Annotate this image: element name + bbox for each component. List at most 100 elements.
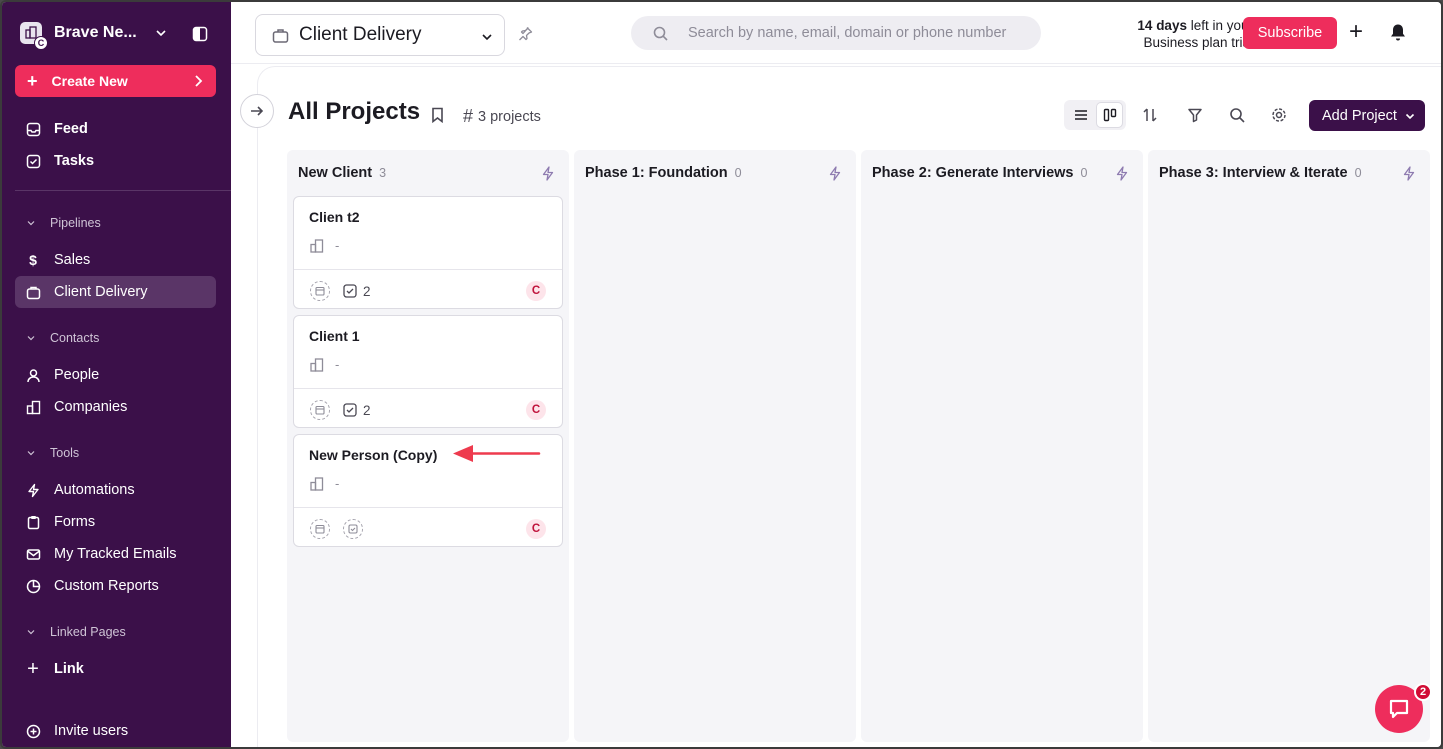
sidebar-item-label: Companies [54,399,128,415]
project-card[interactable]: Client 1 - 2 C [293,315,563,428]
project-card[interactable]: Clien t2 - 2 C [293,196,563,309]
subscribe-button[interactable]: Subscribe [1243,17,1337,49]
calendar-icon[interactable] [310,400,330,420]
sidebar-item-label: Tasks [54,153,95,169]
section-label: Linked Pages [50,625,126,639]
sidebar-item-tracked-emails[interactable]: My Tracked Emails [15,538,216,570]
kanban-icon [1103,108,1116,122]
card-title: New Person (Copy) [309,447,438,463]
briefcase-icon [272,28,289,43]
mail-icon [25,546,41,562]
section-pipelines[interactable]: Pipelines [26,216,101,230]
bell-icon[interactable] [1389,23,1407,42]
top-bar: Client Delivery Search by name, email, d… [231,2,1441,64]
sidebar-divider [15,190,231,191]
project-count: # 3 projects [463,106,541,127]
sidebar-item-label: Feed [54,121,88,137]
sidebar-item-link[interactable]: + Link [15,653,216,685]
list-view-button[interactable] [1068,103,1094,127]
sidebar-item-feed[interactable]: Feed [15,113,216,145]
board-column: Phase 3: Interview & Iterate 0 [1148,150,1430,742]
pipeline-select-value: Client Delivery [299,24,422,45]
app-window: C Brave Ne... + Create New Feed Tasks Pi… [0,0,1443,749]
column-header: New Client 3 [298,165,386,181]
sidebar-item-sales[interactable]: $ Sales [15,244,216,276]
section-linked-pages[interactable]: Linked Pages [26,625,126,639]
column-count: 0 [1354,166,1362,180]
expand-sidebar-button[interactable] [240,94,274,128]
add-project-button[interactable]: Add Project [1309,100,1425,131]
section-label: Contacts [50,331,100,345]
building-icon [310,238,324,253]
pipeline-select[interactable]: Client Delivery [255,14,505,56]
card-footer [310,519,363,539]
plus-icon[interactable]: + [1349,20,1363,44]
sort-icon[interactable] [1142,107,1158,123]
avatar[interactable]: C [526,519,546,539]
sidebar-item-automations[interactable]: Automations [15,474,216,506]
column-header: Phase 1: Foundation 0 [585,165,742,181]
list-icon [1075,110,1087,120]
sidebar-item-forms[interactable]: Forms [15,506,216,538]
lightning-icon[interactable] [1115,166,1129,181]
calendar-icon[interactable] [310,281,330,301]
sidebar-item-custom-reports[interactable]: Custom Reports [15,570,216,602]
section-contacts[interactable]: Contacts [26,331,99,345]
sidebar-item-label: Forms [54,514,96,530]
sidebar-item-invite-users[interactable]: Invite users [15,715,216,747]
avatar[interactable]: C [526,400,546,420]
lightning-icon[interactable] [541,166,555,181]
briefcase-icon [25,284,41,300]
sidebar-item-label: Sales [54,252,91,268]
building-icon [25,399,41,415]
workspace-switcher[interactable]: C Brave Ne... [20,22,137,50]
sidebar-item-client-delivery[interactable]: Client Delivery [15,276,216,308]
task-count[interactable]: 2 [343,403,371,418]
building-icon [310,357,324,372]
chevron-down-icon[interactable] [154,26,168,40]
create-new-button[interactable]: + Create New [15,65,216,97]
sidebar-item-people[interactable]: People [15,359,216,391]
sidebar-item-companies[interactable]: Companies [15,391,216,423]
bookmark-icon[interactable] [431,107,444,123]
task-count-value: 2 [363,283,371,299]
page-title: All Projects [288,98,421,125]
chevron-down-icon [27,336,35,341]
card-company: - [310,476,339,491]
section-label: Tools [50,446,80,460]
sidebar-item-label: Client Delivery [54,284,148,300]
clipboard-icon [25,514,41,530]
filter-icon[interactable] [1187,107,1203,123]
gear-icon[interactable] [1271,107,1287,123]
task-count[interactable] [343,519,363,539]
sidebar-toggle-icon[interactable] [192,26,208,42]
sidebar-item-tasks[interactable]: Tasks [15,145,216,177]
lightning-icon [25,482,41,498]
notification-badge: 2 [1414,683,1432,701]
pin-icon[interactable] [518,26,533,41]
annotation-arrow-icon [453,445,541,462]
trial-notice: 14 days left in your Business plan trial [1093,17,1253,51]
search-input[interactable]: Search by name, email, domain or phone n… [631,16,1041,50]
chevron-down-icon [27,451,35,456]
board-view-button[interactable] [1096,102,1123,128]
sidebar-item-label: Automations [54,482,135,498]
section-label: Pipelines [50,216,101,230]
avatar[interactable]: C [526,281,546,301]
column-name: New Client [298,165,373,181]
search-icon[interactable] [1229,107,1245,123]
column-header: Phase 3: Interview & Iterate 0 [1159,165,1362,181]
section-tools[interactable]: Tools [26,446,79,460]
chevron-down-icon [27,221,35,226]
add-project-label: Add Project [1322,107,1397,124]
lightning-icon[interactable] [1402,166,1416,181]
sidebar-item-label: Invite users [54,723,129,739]
calendar-icon[interactable] [310,519,330,539]
lightning-icon[interactable] [828,166,842,181]
chevron-right-icon [195,75,203,87]
trial-text-line2: Business plan trial [1143,35,1253,50]
board-column: Phase 1: Foundation 0 [574,150,856,742]
create-new-label: Create New [51,73,128,89]
card-title: Client 1 [309,328,360,344]
task-count[interactable]: 2 [343,284,371,299]
